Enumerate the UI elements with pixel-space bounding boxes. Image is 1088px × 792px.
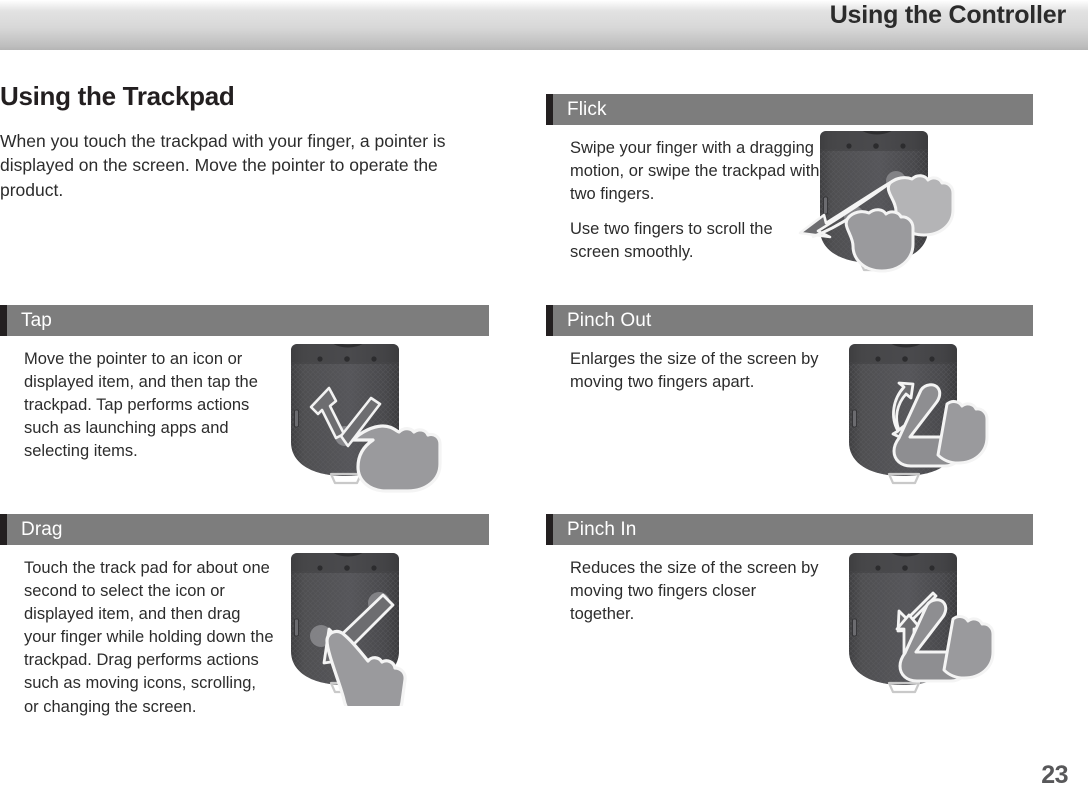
section-pinch-in: Pinch In Reduces the size of the screen … — [546, 514, 1033, 694]
figure-tap — [283, 332, 453, 497]
section-text-drag: Touch the track pad for about one second… — [24, 557, 274, 719]
paragraph: Swipe your finger with a dragging motion… — [570, 139, 820, 204]
section-title-drag: Drag — [21, 519, 63, 540]
figure-pinch-out — [841, 332, 1016, 497]
figure-pinch-in — [841, 541, 1016, 706]
controller-flick-illustration — [796, 119, 981, 289]
section-title-pinch-out: Pinch Out — [567, 310, 652, 331]
paragraph: Reduces the size of the screen by moving… — [570, 559, 819, 624]
page-header-band: Using the Controller — [0, 0, 1088, 50]
section-bar-accent-icon — [546, 514, 553, 545]
section-title-flick: Flick — [567, 99, 607, 120]
section-content-flick: Swipe your finger with a dragging motion… — [546, 125, 1033, 273]
figure-drag — [283, 541, 453, 706]
section-text-flick: Swipe your finger with a dragging motion… — [570, 137, 820, 264]
page-title: Using the Trackpad — [0, 81, 235, 111]
page-header-title: Using the Controller — [829, 1, 1066, 29]
section-bar-accent-icon — [546, 305, 553, 336]
section-bar-accent-icon — [0, 305, 7, 336]
page-body: Using the Trackpad When you touch the tr… — [0, 50, 1088, 792]
section-text-pinch-in: Reduces the size of the screen by moving… — [570, 557, 820, 626]
section-title-tap: Tap — [21, 310, 52, 331]
paragraph: Use two fingers to scroll the screen smo… — [570, 220, 773, 262]
section-content-pinch-in: Reduces the size of the screen by moving… — [546, 545, 1033, 694]
controller-pinch-in-illustration — [841, 541, 1016, 706]
controller-pinch-out-illustration — [841, 332, 1016, 497]
intro-paragraph: When you touch the trackpad with your fi… — [0, 130, 446, 200]
paragraph: Touch the track pad for about one second… — [24, 559, 274, 716]
section-content-tap: Move the pointer to an icon or displayed… — [0, 336, 489, 493]
intro-block: Using the Trackpad When you touch the tr… — [0, 82, 489, 202]
section-text-pinch-out: Enlarges the size of the screen by movin… — [570, 348, 820, 394]
page-number: 23 — [1041, 761, 1068, 789]
paragraph: Move the pointer to an icon or displayed… — [24, 350, 258, 461]
section-text-tap: Move the pointer to an icon or displayed… — [24, 348, 266, 463]
section-content-pinch-out: Enlarges the size of the screen by movin… — [546, 336, 1033, 485]
section-tap: Tap Move the pointer to an icon or displ… — [0, 305, 489, 493]
controller-drag-illustration — [283, 541, 453, 706]
section-flick: Flick Swipe your finger with a dragging … — [546, 94, 1033, 273]
section-title-pinch-in: Pinch In — [567, 519, 637, 540]
section-bar-accent-icon — [0, 514, 7, 545]
section-content-drag: Touch the track pad for about one second… — [0, 545, 489, 719]
controller-tap-illustration — [283, 332, 453, 497]
figure-flick — [796, 119, 981, 289]
paragraph: Enlarges the size of the screen by movin… — [570, 350, 819, 392]
section-drag: Drag Touch the track pad for about one s… — [0, 514, 489, 719]
section-pinch-out: Pinch Out Enlarges the size of the scree… — [546, 305, 1033, 485]
section-bar-accent-icon — [546, 94, 553, 125]
